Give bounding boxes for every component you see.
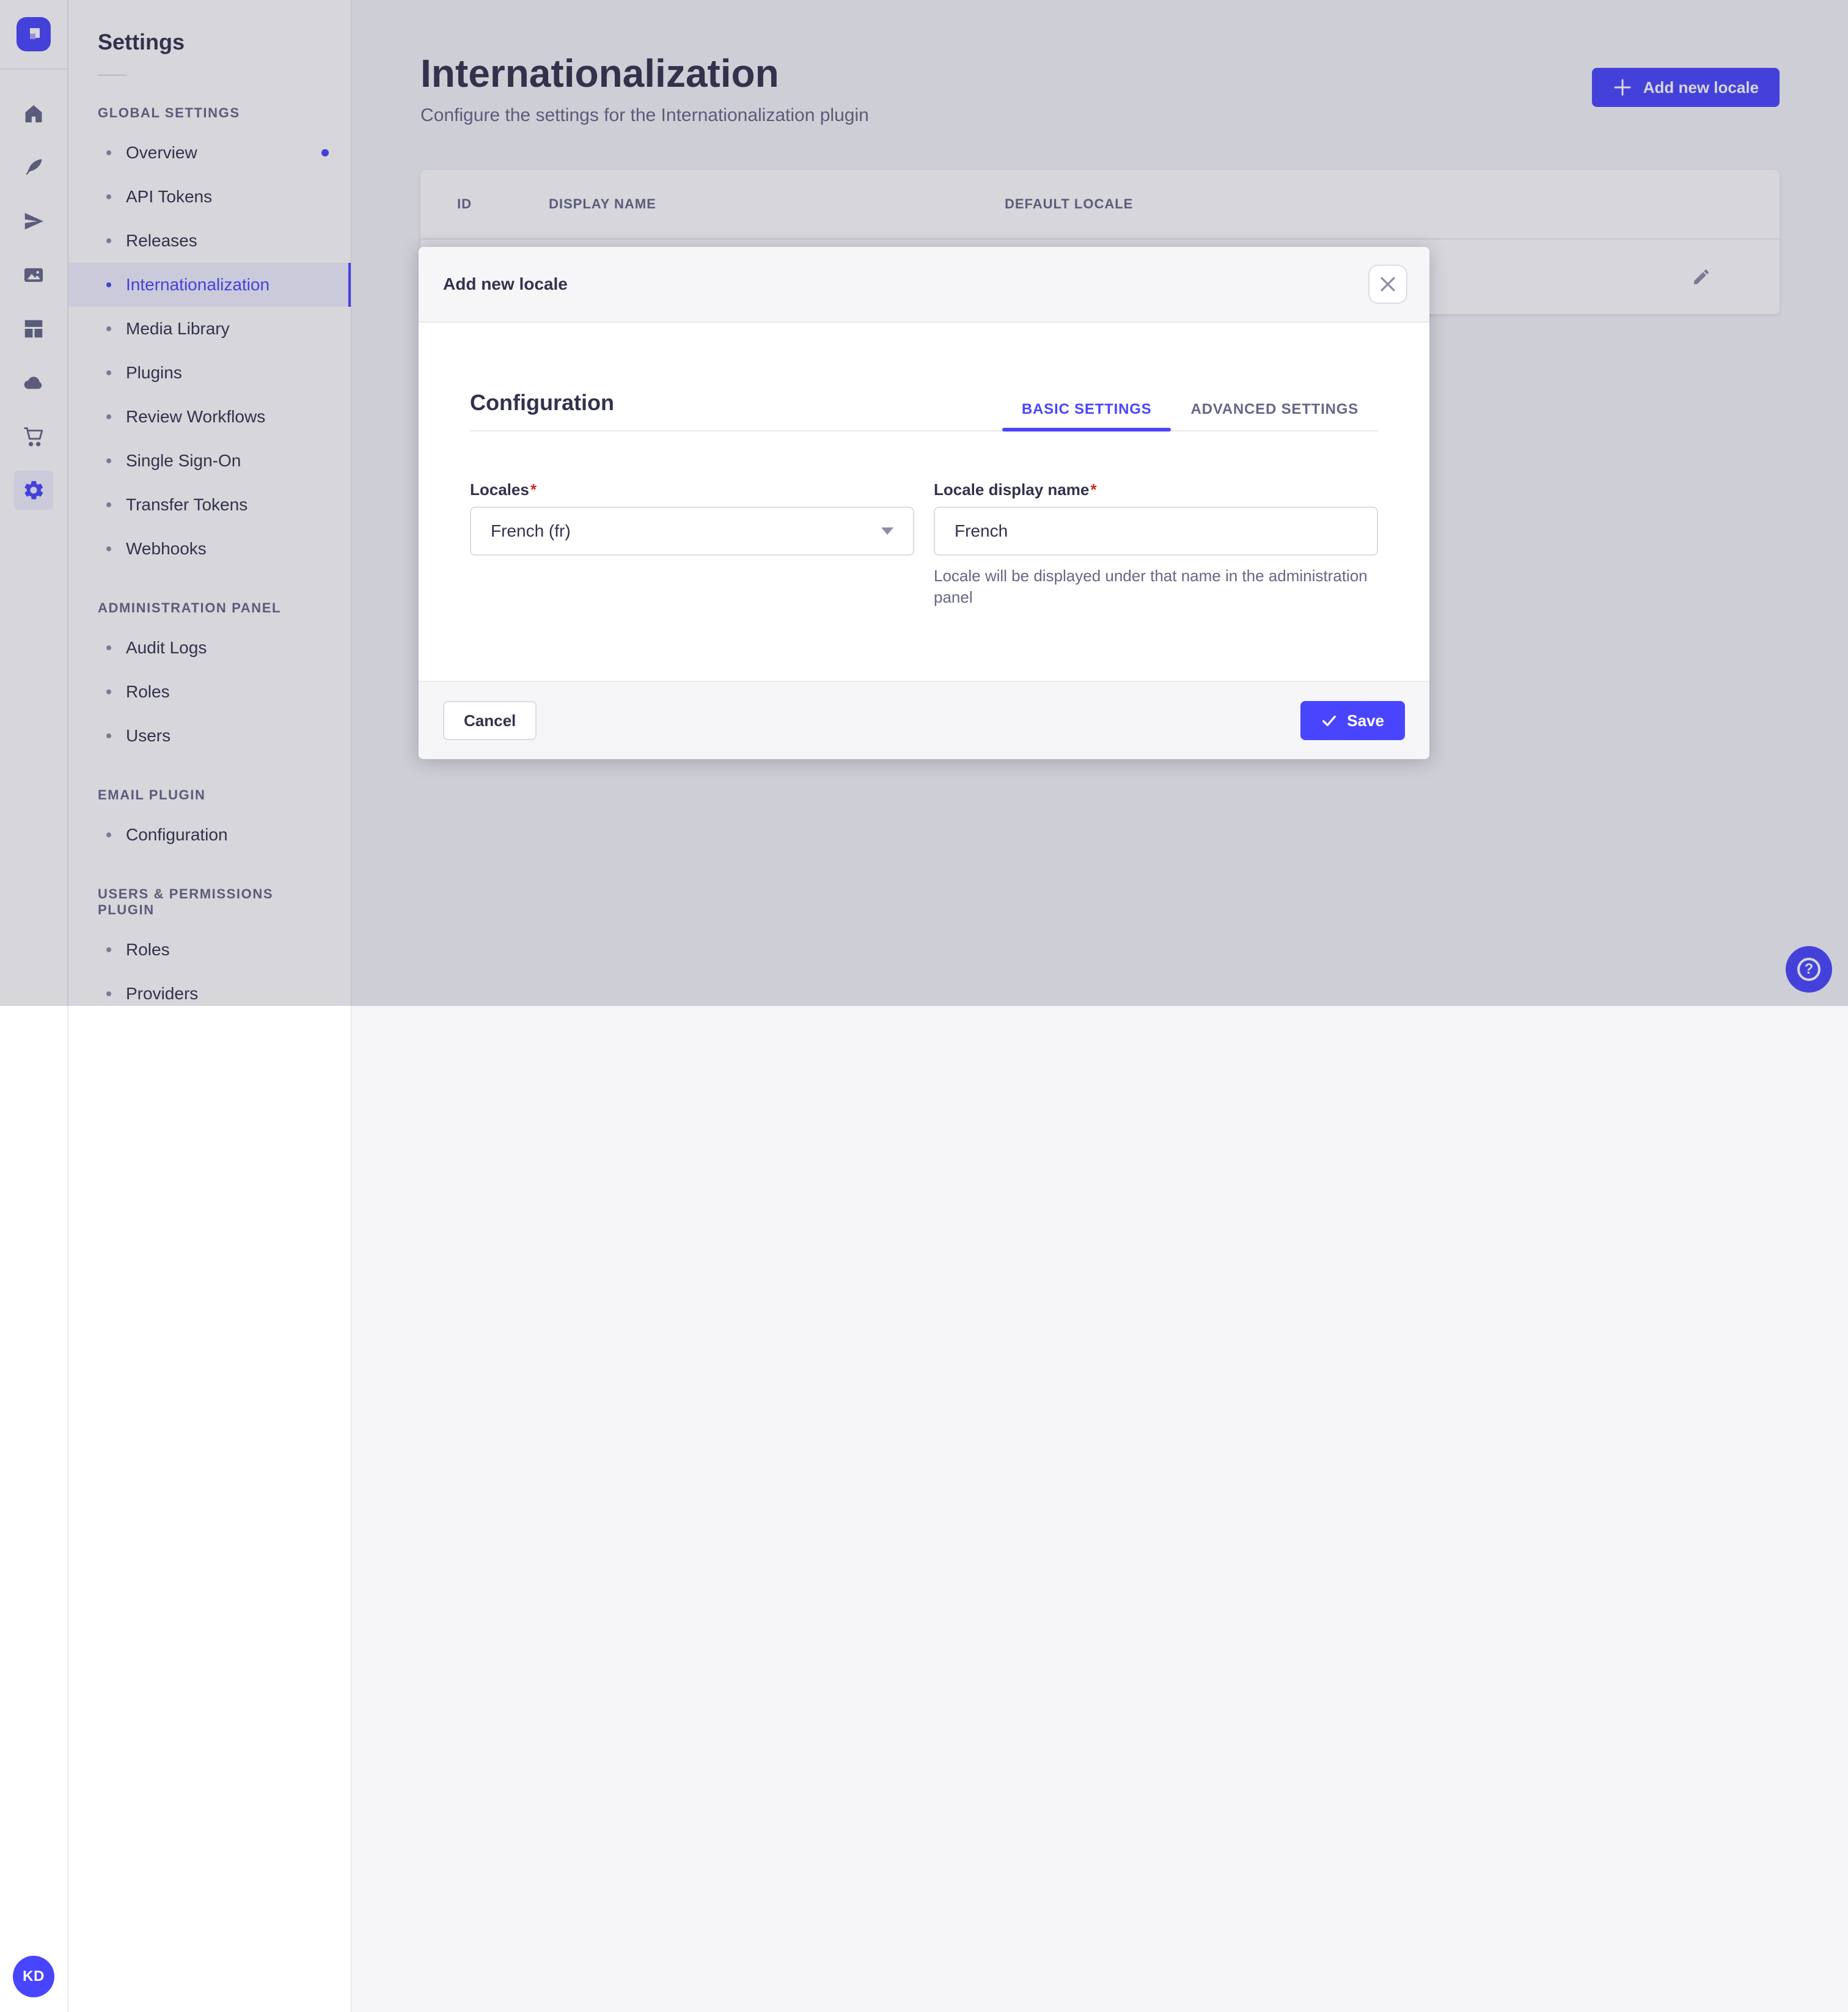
modal-footer: Cancel Save [419,681,1429,759]
tab-basic-settings[interactable]: BASIC SETTINGS [1002,389,1172,430]
display-name-label-text: Locale display name [934,480,1089,499]
check-icon [1321,713,1337,729]
modal-title: Add new locale [443,274,568,294]
display-name-label: Locale display name* [934,480,1378,499]
save-button[interactable]: Save [1300,701,1405,740]
locale-form: Locales* French (fr) Locale display name… [470,480,1378,608]
close-modal-button[interactable] [1368,265,1407,304]
display-name-field-group: Locale display name* Locale will be disp… [934,480,1378,608]
modal-header: Add new locale [419,247,1429,323]
modal-body: Configuration BASIC SETTINGS ADVANCED SE… [419,323,1429,681]
tab-advanced-settings[interactable]: ADVANCED SETTINGS [1171,389,1378,430]
configuration-section-head: Configuration BASIC SETTINGS ADVANCED SE… [470,389,1378,431]
required-asterisk: * [530,480,537,499]
settings-tabs: BASIC SETTINGS ADVANCED SETTINGS [1002,389,1378,430]
required-asterisk: * [1090,480,1096,499]
add-locale-modal: Add new locale Configuration BASIC SETTI… [419,247,1429,759]
close-icon [1380,277,1395,292]
locales-label-text: Locales [470,480,529,499]
configuration-title: Configuration [470,390,614,430]
save-label: Save [1347,711,1384,730]
locales-select[interactable]: French (fr) [470,507,914,556]
locales-field-group: Locales* French (fr) [470,480,914,608]
locales-label: Locales* [470,480,914,499]
cancel-button[interactable]: Cancel [443,701,537,740]
chevron-down-icon [881,527,893,535]
app-root: KD Settings GLOBAL SETTINGS Overview API… [0,0,1848,2012]
display-name-input[interactable] [934,507,1378,556]
display-name-hint: Locale will be displayed under that name… [934,565,1378,608]
avatar[interactable]: KD [13,1956,54,1997]
locales-select-value: French (fr) [491,521,571,541]
